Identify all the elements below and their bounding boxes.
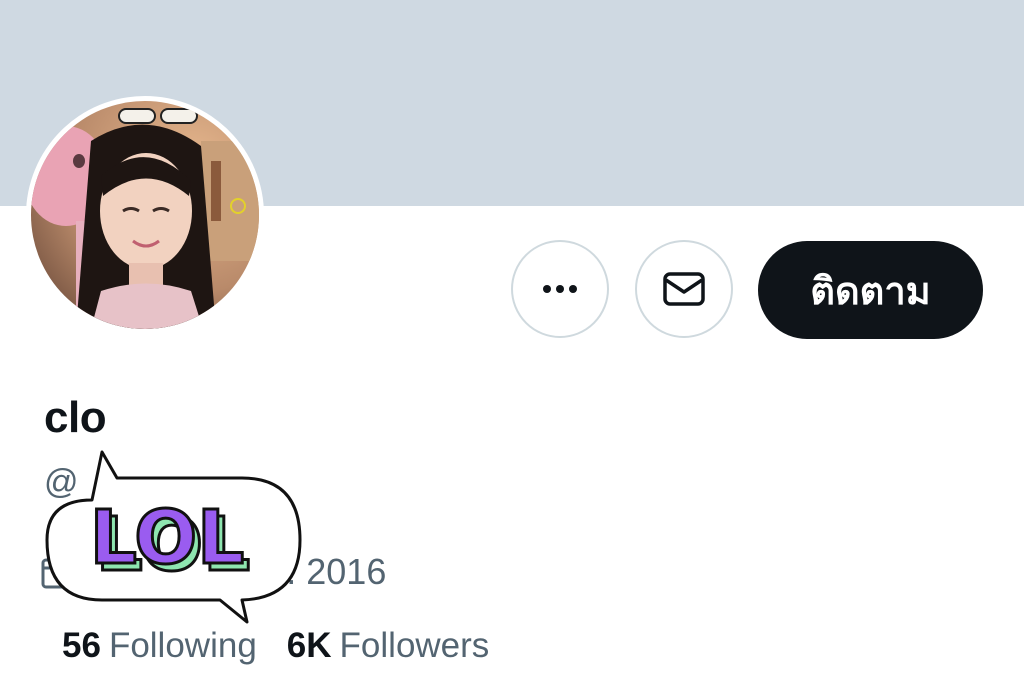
profile-display-name: clo [44, 393, 107, 442]
more-horizontal-icon [543, 285, 577, 293]
lol-speech-bubble-sticker: LOL LOL [42, 450, 304, 635]
envelope-icon [663, 272, 705, 306]
message-button[interactable] [635, 240, 733, 338]
followers-link[interactable]: 6K Followers [287, 626, 490, 666]
avatar-photo [31, 101, 259, 329]
follow-button-label: ติดตาม [810, 270, 931, 313]
follow-button[interactable]: ติดตาม [758, 241, 983, 339]
followers-label: Followers [339, 626, 490, 665]
profile-avatar[interactable] [26, 96, 264, 334]
sticker-text: LOL [90, 495, 245, 581]
more-options-button[interactable] [511, 240, 609, 338]
